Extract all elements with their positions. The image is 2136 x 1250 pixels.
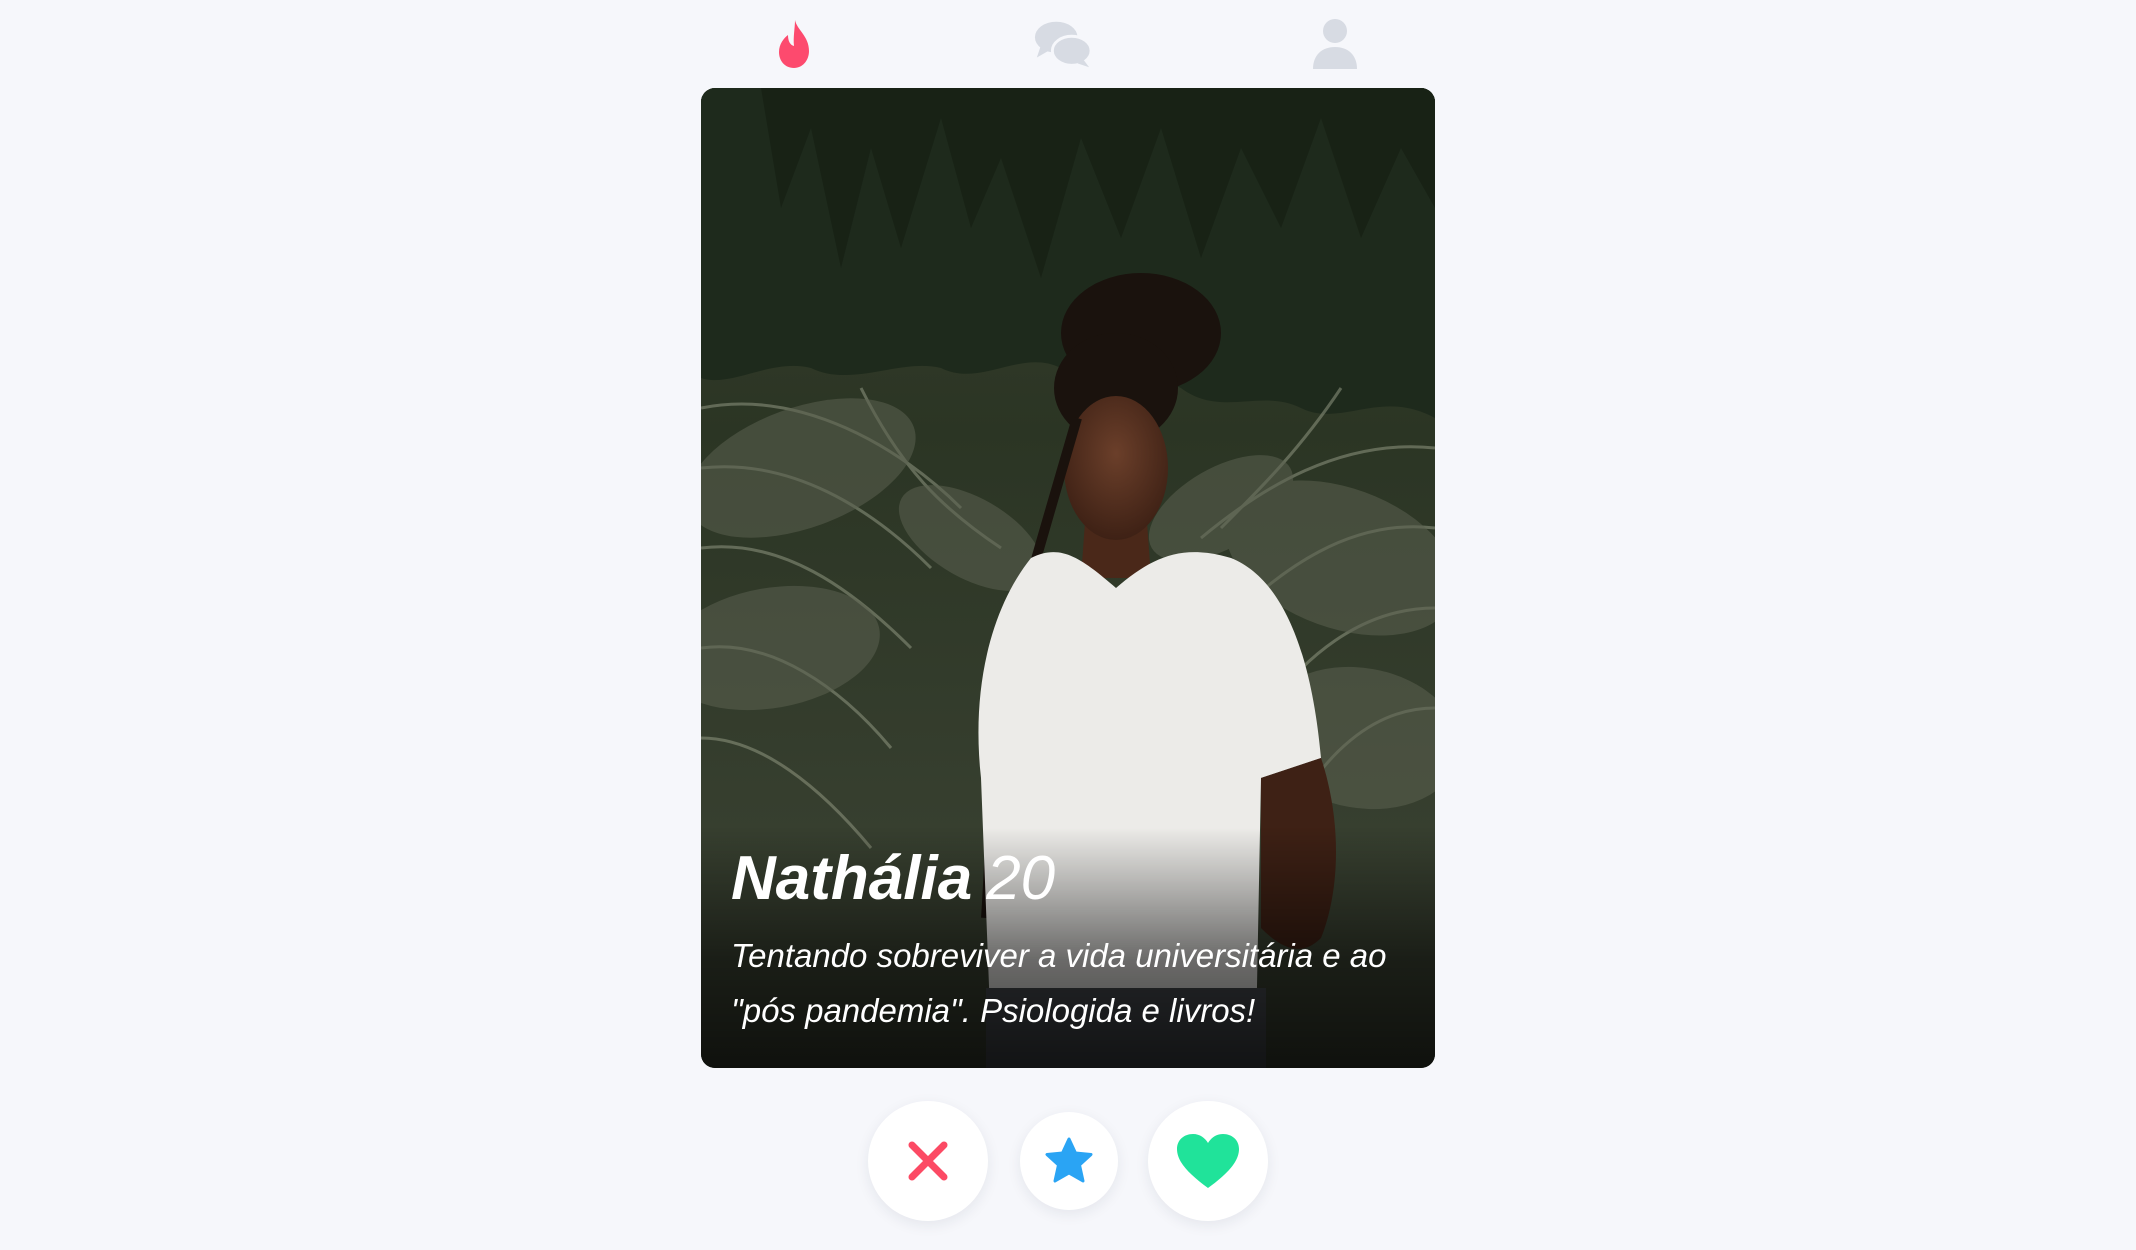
flame-icon [779, 20, 809, 68]
profile-card[interactable]: Nathália 20 Tentando sobreviver a vida un… [701, 88, 1435, 1068]
nav-profile-button[interactable] [1305, 14, 1365, 74]
top-navigation [700, 14, 1434, 74]
action-bar [0, 1098, 2136, 1222]
profile-info: Nathália 20 Tentando sobreviver a vida un… [731, 844, 1395, 1038]
nav-messages-button[interactable] [1033, 14, 1093, 74]
nav-discover-button[interactable] [765, 14, 825, 74]
superlike-button[interactable] [1020, 1112, 1118, 1210]
star-icon [1045, 1137, 1093, 1183]
close-x-icon [908, 1141, 948, 1181]
profile-bio: Tentando sobreviver a vida universitária… [731, 937, 1387, 1029]
profile-age: 20 [986, 844, 1056, 913]
nope-button[interactable] [868, 1101, 988, 1221]
chat-bubbles-icon [1034, 21, 1093, 68]
app-root: Nathália 20 Tentando sobreviver a vida un… [0, 0, 2136, 1250]
user-profile-icon [1313, 19, 1357, 69]
profile-title: Nathália 20 [731, 844, 1395, 914]
heart-icon [1177, 1134, 1239, 1188]
profile-name: Nathália [731, 844, 973, 913]
like-button[interactable] [1148, 1101, 1268, 1221]
